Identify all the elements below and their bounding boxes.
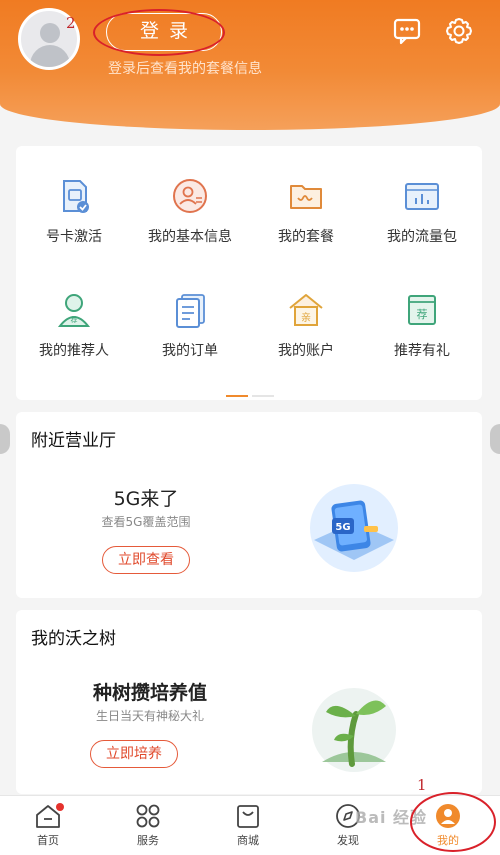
- grid-label: 我的订单: [162, 343, 218, 359]
- login-hint: 登录后查看我的套餐信息: [108, 61, 262, 77]
- annotation-number-login: 2: [66, 14, 76, 32]
- orders-icon: [176, 294, 205, 328]
- svg-text:荐: 荐: [417, 308, 428, 321]
- grid-item-account[interactable]: 亲 我的账户: [248, 290, 364, 390]
- recommend-gift-icon: 荐: [408, 295, 436, 325]
- wo-tree-title: 我的沃之树: [31, 629, 116, 649]
- nav-item-service[interactable]: 服务: [118, 803, 178, 848]
- 5g-badge-text: 5G: [335, 522, 350, 533]
- nearby-store-subtext: 查看5G覆盖范围: [101, 515, 191, 529]
- grow-now-button[interactable]: 立即培养: [90, 740, 178, 768]
- grid-item-orders[interactable]: 我的订单: [132, 290, 248, 390]
- referrer-icon: 荐: [57, 294, 91, 327]
- data-chart-icon: [405, 183, 439, 210]
- package-folder-icon: [290, 185, 322, 209]
- grid-label: 我的账户: [278, 343, 334, 359]
- 5g-phone-illustration: 5G: [310, 484, 398, 572]
- grid-label: 我的套餐: [278, 229, 334, 245]
- grid-item-my-package[interactable]: 我的套餐: [248, 176, 364, 276]
- grid-label: 我的流量包: [387, 229, 457, 245]
- svg-text:亲: 亲: [301, 311, 311, 324]
- annotation-circle-me: [410, 792, 496, 852]
- nav-label-mall: 商城: [237, 834, 259, 847]
- nearby-store-title: 附近营业厅: [31, 431, 116, 451]
- message-icon[interactable]: [392, 16, 422, 46]
- annotation-circle-login: [93, 9, 225, 56]
- view-now-button[interactable]: 立即查看: [102, 546, 190, 574]
- grid-label: 我的推荐人: [39, 343, 109, 359]
- shopping-bag-icon: [237, 805, 259, 828]
- right-edge-tab: [490, 424, 500, 454]
- nav-item-home[interactable]: 首页: [18, 803, 78, 848]
- wo-tree-card[interactable]: 我的沃之树 种树攒培养值 生日当天有神秘大礼 立即培养: [16, 610, 482, 794]
- nav-label-home: 首页: [37, 834, 59, 847]
- avatar-body-icon: [30, 45, 70, 67]
- nearby-store-headline: 5G来了: [113, 488, 179, 510]
- nav-item-mall[interactable]: 商城: [218, 803, 278, 848]
- wo-tree-subtext: 生日当天有神秘大礼: [95, 709, 204, 723]
- grid-item-sim-activation[interactable]: 号卡激活: [16, 176, 132, 276]
- profile-header: 2 登录 登录后查看我的套餐信息: [0, 0, 500, 130]
- pager-dot-active: [226, 395, 248, 397]
- service-grid-card: 号卡激活 我的基本信息 我的套餐 我的流量包 荐 我的推荐人 我的订单 亲 我的…: [16, 146, 482, 400]
- account-house-icon: 亲: [289, 294, 323, 326]
- left-edge-tab: [0, 424, 10, 454]
- pager-dot: [252, 395, 274, 397]
- settings-icon[interactable]: [444, 16, 474, 46]
- grid-label: 我的基本信息: [148, 229, 232, 245]
- wo-tree-headline-block: 种树攒培养值 生日当天有神秘大礼: [50, 678, 250, 724]
- grid-item-basic-info[interactable]: 我的基本信息: [132, 176, 248, 276]
- wo-tree-headline: 种树攒培养值: [92, 682, 207, 704]
- grid-item-recommend-gift[interactable]: 荐 推荐有礼: [364, 290, 480, 390]
- nav-label-discover: 发现: [337, 834, 359, 847]
- grid-item-data-pack[interactable]: 我的流量包: [364, 176, 480, 276]
- nearby-store-headline-block: 5G来了 查看5G覆盖范围: [46, 484, 246, 530]
- grid-item-referrer[interactable]: 荐 我的推荐人: [16, 290, 132, 390]
- notification-dot: [56, 803, 64, 811]
- nearby-store-card[interactable]: 附近营业厅 5G来了 查看5G覆盖范围 立即查看 5G: [16, 412, 482, 598]
- sim-card-icon: [63, 180, 89, 213]
- grid-label: 推荐有礼: [394, 343, 450, 359]
- sprout-plant-illustration: [312, 688, 396, 772]
- nav-label-service: 服务: [137, 834, 159, 847]
- avatar-head-icon: [40, 23, 60, 43]
- grid-label: 号卡激活: [46, 229, 102, 245]
- service-grid-icon: [136, 804, 160, 828]
- profile-icon: [173, 179, 207, 213]
- grid-pager: [226, 382, 278, 401]
- svg-text:荐: 荐: [71, 315, 78, 324]
- annotation-number-me: 1: [417, 776, 427, 794]
